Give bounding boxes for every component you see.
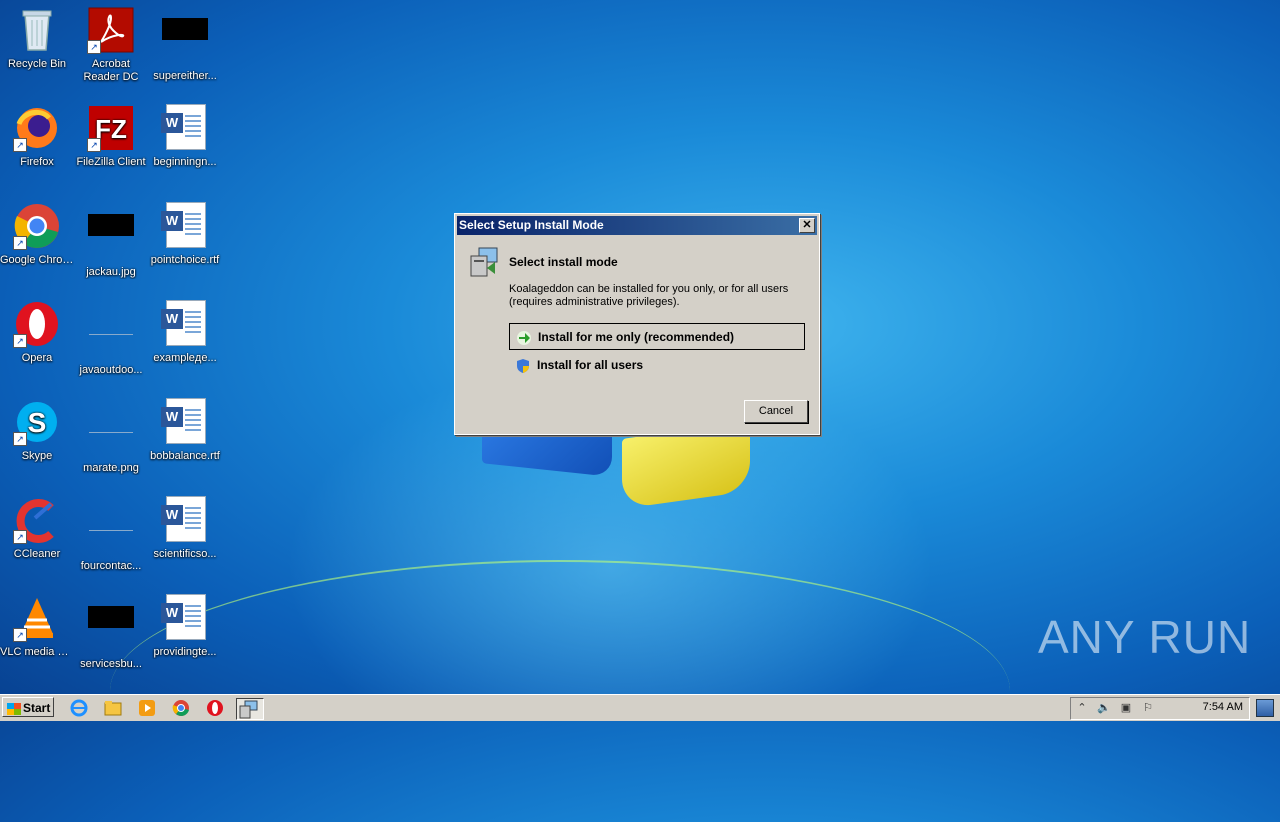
dialog-description: Koalageddon can be installed for you onl…	[509, 283, 789, 308]
desktop-icon-javaoutdoo[interactable]: javaoutdoo...	[74, 300, 148, 377]
vlc-icon: ↗	[13, 594, 61, 642]
svg-text:S: S	[28, 407, 47, 438]
install-for-me-button[interactable]: Install for me only (recommended)	[509, 323, 805, 350]
acrobat-icon: ↗	[87, 6, 135, 54]
network-icon[interactable]: ▣	[1119, 702, 1133, 715]
image-thumbnail-icon	[87, 410, 135, 458]
anyrun-watermark: ANY RUN	[1038, 611, 1252, 663]
clock[interactable]: 7:54 AM	[1203, 701, 1243, 713]
start-button[interactable]: Start	[2, 697, 54, 717]
desktop-icon-opera[interactable]: ↗ Opera	[0, 300, 74, 365]
show-desktop-button[interactable]	[1256, 699, 1274, 717]
action-center-flag-icon[interactable]: ⚐	[1141, 702, 1155, 715]
dialog-heading: Select install mode	[509, 255, 618, 269]
install-for-all-button[interactable]: Install for all users	[509, 352, 805, 379]
desktop-icon-beginningn[interactable]: W beginningn...	[148, 104, 222, 169]
desktop-icon-providingte[interactable]: W providingte...	[148, 594, 222, 659]
desktop-icon-supereither[interactable]: supereither...	[148, 6, 222, 83]
desktop-icon-acrobat[interactable]: ↗ Acrobat Reader DC	[74, 6, 148, 84]
install-for-all-label: Install for all users	[537, 358, 644, 372]
desktop-icon-examplede[interactable]: W exampleде...	[148, 300, 222, 365]
blank-file-icon	[87, 312, 135, 360]
desktop-icon-ccleaner[interactable]: ↗ CCleaner	[0, 496, 74, 561]
desktop-icon-chrome[interactable]: ↗ Google Chrome	[0, 202, 74, 267]
firefox-icon: ↗	[13, 104, 61, 152]
word-document-icon: W	[161, 398, 209, 446]
taskbar-ie-button[interactable]	[68, 698, 90, 718]
desktop-icon-bobbalance[interactable]: W bobbalance.rtf	[148, 398, 222, 463]
dialog-titlebar[interactable]: Select Setup Install Mode ✕	[457, 216, 817, 235]
ccleaner-icon: ↗	[13, 496, 61, 544]
taskbar-chrome-button[interactable]	[170, 698, 192, 718]
setup-computer-icon	[469, 246, 499, 277]
ie-icon	[70, 699, 88, 717]
desktop-icon-recycle-bin[interactable]: Recycle Bin	[0, 6, 74, 71]
word-document-icon: W	[161, 496, 209, 544]
green-arrow-icon	[516, 329, 532, 345]
cancel-button[interactable]: Cancel	[744, 400, 808, 423]
image-thumbnail-icon	[161, 18, 209, 66]
word-document-icon: W	[161, 300, 209, 348]
chrome-icon: ↗	[13, 202, 61, 250]
word-document-icon: W	[161, 594, 209, 642]
uac-shield-icon	[515, 357, 531, 373]
volume-icon[interactable]: 🔈	[1097, 702, 1111, 715]
desktop-icon-pointchoice[interactable]: W pointchoice.rtf	[148, 202, 222, 267]
system-tray: ⌃ 🔈 ▣ ⚐ 7:54 AM	[1070, 697, 1250, 720]
taskbar-media-player-button[interactable]	[136, 698, 158, 718]
wallpaper-swoosh	[110, 560, 1010, 822]
start-label: Start	[23, 701, 51, 715]
taskbar-opera-button[interactable]	[204, 698, 226, 718]
word-document-icon: W	[161, 104, 209, 152]
opera-icon	[207, 700, 223, 716]
image-thumbnail-icon	[87, 214, 135, 262]
chrome-icon	[172, 700, 189, 716]
dialog-title: Select Setup Install Mode	[459, 218, 604, 232]
desktop-icon-jackau[interactable]: jackau.jpg	[74, 202, 148, 279]
desktop-icon-firefox[interactable]: ↗ Firefox	[0, 104, 74, 169]
taskbar: Start ⌃ 🔈 ▣ ⚐ 7:54 AM	[0, 694, 1280, 721]
desktop-icon-filezilla[interactable]: FZ ↗ FileZilla Client	[74, 104, 148, 169]
blank-file-icon	[87, 508, 135, 556]
close-button[interactable]: ✕	[799, 218, 815, 233]
word-document-icon: W	[161, 202, 209, 250]
close-icon: ✕	[802, 219, 812, 231]
setup-icon	[239, 700, 258, 719]
taskbar-explorer-button[interactable]	[102, 698, 124, 718]
windows-flag-icon	[7, 702, 21, 715]
setup-install-mode-dialog: Select Setup Install Mode ✕ Select insta…	[454, 213, 820, 435]
media-player-icon	[139, 700, 155, 716]
taskbar-setup-button[interactable]	[236, 698, 264, 720]
desktop-icon-marate[interactable]: marate.png	[74, 398, 148, 475]
recycle-bin-icon	[13, 6, 61, 54]
explorer-icon	[104, 701, 122, 716]
skype-icon: S ↗	[13, 398, 61, 446]
image-thumbnail-icon	[87, 606, 135, 654]
desktop-icon-fourcontac[interactable]: fourcontac...	[74, 496, 148, 573]
filezilla-icon: FZ ↗	[87, 104, 135, 152]
opera-icon: ↗	[13, 300, 61, 348]
desktop-icon-servicesbu[interactable]: servicesbu...	[74, 594, 148, 671]
desktop-icon-vlc[interactable]: ↗ VLC media player	[0, 594, 74, 659]
desktop-icon-scientificso[interactable]: W scientificso...	[148, 496, 222, 561]
show-hidden-icons-button[interactable]: ⌃	[1075, 702, 1089, 715]
install-for-me-label: Install for me only (recommended)	[538, 330, 735, 344]
desktop-icon-skype[interactable]: S ↗ Skype	[0, 398, 74, 463]
